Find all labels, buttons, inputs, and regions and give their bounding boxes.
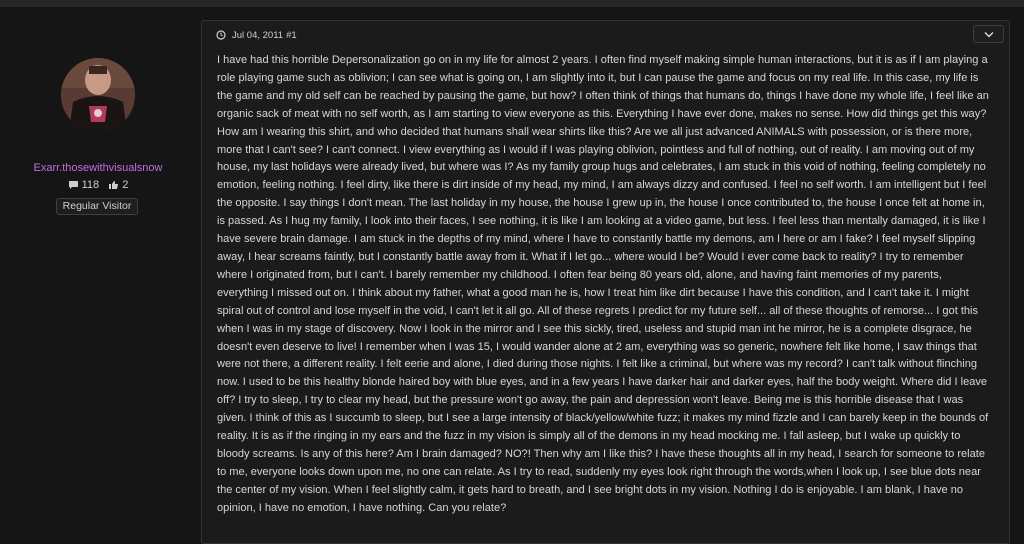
top-bar (0, 0, 1024, 7)
post-number[interactable]: #1 (286, 30, 297, 41)
thumbs-up-icon (109, 181, 119, 189)
clock-icon (216, 30, 226, 40)
chevron-down-icon (984, 31, 993, 37)
avatar-image (61, 58, 135, 132)
author-column: Exarr.thosewithvisualsnow 118 2 Regular … (0, 20, 196, 534)
likes-count: 2 (122, 179, 129, 191)
post-menu-button[interactable] (973, 25, 1004, 43)
post-header: Jul 04, 2011 #1 (216, 28, 297, 42)
post-body-text: I have had this horrible Depersonalizati… (217, 54, 989, 514)
author-stats: 118 2 (0, 179, 196, 193)
avatar[interactable] (61, 58, 135, 132)
likes-stat: 2 (108, 179, 128, 191)
post-container: Jul 04, 2011 #1 I have had this horrible… (201, 20, 1010, 544)
messages-stat: 118 (68, 179, 100, 191)
messages-count: 118 (81, 179, 100, 191)
post-date[interactable]: Jul 04, 2011 (232, 30, 283, 41)
user-role-badge: Regular Visitor (56, 198, 138, 215)
speech-bubble-icon (68, 181, 78, 189)
author-username[interactable]: Exarr.thosewithvisualsnow (0, 162, 196, 174)
